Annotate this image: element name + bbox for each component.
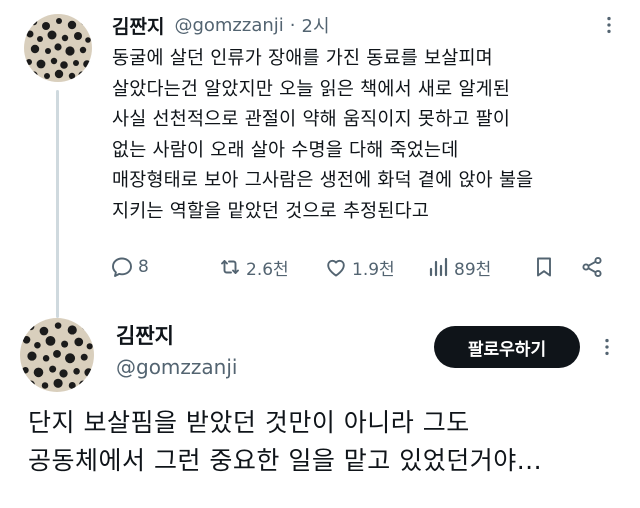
tweet-text-line: 지키는 역할을 맡았던 것으로 추정된다고 xyxy=(112,200,430,222)
tweet-text-line: 동굴에 살던 인류가 장애를 가진 동료를 보살피며 xyxy=(112,48,493,69)
tweet-text-line: 사실 선천적으로 관절이 약해 움직이지 못하고 팔이 xyxy=(112,109,511,130)
reply-author-name[interactable]: 김짠지 xyxy=(116,320,174,350)
tweet-header: 김짠지 @gomzzanji · 2시 xyxy=(112,10,330,40)
like-count: 1.9천 xyxy=(352,259,395,280)
reply-avatar[interactable] xyxy=(20,318,94,392)
author-handle[interactable]: @gomzzanji xyxy=(174,15,283,36)
tweet-action-bar: 8 2.6천 1.9천 89천 xyxy=(110,252,610,282)
more-icon xyxy=(605,338,609,356)
views-button[interactable]: 89천 xyxy=(426,252,491,282)
tweet-text-line: 없는 사람이 오래 살아 수명을 다해 죽었는데 xyxy=(112,139,459,161)
retweet-icon xyxy=(221,260,239,274)
tweet-time[interactable]: 2시 xyxy=(302,12,330,38)
thread-connector-line xyxy=(56,90,59,318)
tweet-text-line: 매장형태로 보아 그사람은 생전에 화덕 곁에 앉아 불을 xyxy=(112,170,534,191)
reply-count: 8 xyxy=(138,257,149,277)
more-button[interactable] xyxy=(596,12,622,38)
tweet-text: 동굴에 살던 인류가 장애를 가진 동료를 보살피며 살았다는건 알았지만 오늘… xyxy=(112,44,612,227)
retweet-button[interactable]: 2.6천 xyxy=(218,252,289,282)
reply-author-handle[interactable]: @gomzzanji xyxy=(116,355,237,379)
like-button[interactable]: 1.9천 xyxy=(324,252,395,282)
follow-button[interactable]: 팔로우하기 xyxy=(434,326,580,368)
reply-text-line: 단지 보살핌을 받았던 것만이 아니라 그도 xyxy=(28,408,470,437)
avatar-image xyxy=(24,14,92,82)
author-name[interactable]: 김짠지 xyxy=(112,12,164,39)
more-icon xyxy=(607,16,611,34)
avatar-image xyxy=(20,318,94,392)
share-icon xyxy=(582,256,602,278)
reply-button[interactable]: 8 xyxy=(110,252,149,282)
reply-icon xyxy=(112,257,132,277)
bookmark-icon xyxy=(537,257,551,277)
reply-text: 단지 보살핌을 받았던 것만이 아니라 그도 공동체에서 그런 중요한 일을 맡… xyxy=(28,404,628,480)
retweet-count: 2.6천 xyxy=(246,259,289,280)
tweet-text-line: 살았다는건 알았지만 오늘 읽은 책에서 새로 알게된 xyxy=(112,78,511,100)
view-count: 89천 xyxy=(454,259,492,280)
share-button[interactable] xyxy=(580,252,608,282)
bookmark-button[interactable] xyxy=(532,252,560,282)
avatar[interactable] xyxy=(24,14,92,82)
reply-more-button[interactable] xyxy=(594,334,620,360)
views-icon xyxy=(429,257,448,277)
like-icon xyxy=(327,259,345,277)
reply-text-line: 공동체에서 그런 중요한 일을 맡고 있었던거야... xyxy=(28,446,543,475)
separator-dot: · xyxy=(289,14,296,36)
